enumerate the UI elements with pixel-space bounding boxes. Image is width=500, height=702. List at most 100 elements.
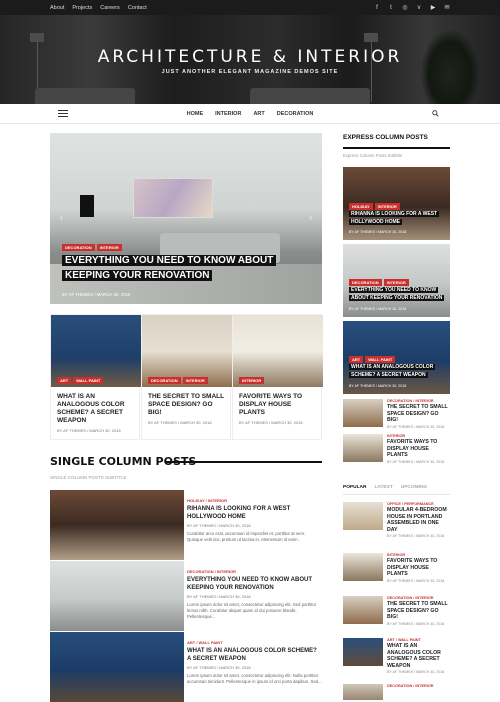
- list-title[interactable]: RIHANNA IS LOOKING FOR A WEST HOLLYWOOD …: [187, 505, 322, 521]
- tab-popular[interactable]: POPULAR: [343, 485, 366, 494]
- list-thumb[interactable]: [50, 561, 184, 631]
- top-link-careers[interactable]: Careers: [100, 5, 120, 11]
- small-title[interactable]: FAVORITE WAYS TO DISPLAY HOUSE PLANTS: [387, 558, 450, 578]
- tag-interior[interactable]: INTERIOR: [374, 203, 400, 210]
- list-category[interactable]: HOLIDAY / INTERIOR: [187, 498, 322, 503]
- small-category[interactable]: ART / WALL PAINT: [387, 638, 450, 642]
- express-small-item[interactable]: INTERIOR FAVORITE WAYS TO DISPLAY HOUSE …: [343, 434, 450, 466]
- top-link-projects[interactable]: Projects: [72, 5, 92, 11]
- small-category[interactable]: INTERIOR: [387, 553, 450, 557]
- express-feature[interactable]: HOLIDAY INTERIOR RIHANNA IS LOOKING FOR A…: [343, 167, 450, 240]
- express-feature[interactable]: DECORATION INTERIOR EVERYTHING YOU NEED T…: [343, 244, 450, 317]
- featured-post[interactable]: ‹ › DECORATION INTERIOR EVERYTHING YOU NE…: [50, 133, 322, 304]
- tab-list-item[interactable]: INTERIOR FAVORITE WAYS TO DISPLAY HOUSE …: [343, 553, 450, 585]
- tag-wall-paint[interactable]: WALL PAINT: [365, 356, 396, 363]
- site-title[interactable]: ARCHITECTURE & INTERIOR: [0, 47, 500, 67]
- list-item[interactable]: HOLIDAY / INTERIOR RIHANNA IS LOOKING FO…: [50, 490, 322, 560]
- small-title[interactable]: THE SECRET TO SMALL SPACE DESIGN? GO BIG…: [387, 404, 450, 424]
- small-thumb[interactable]: [343, 596, 383, 624]
- small-category[interactable]: OFFICE / PERFORMANCE: [387, 502, 450, 506]
- card-post[interactable]: ART WALL PAINT WHAT IS AN ANALOGOUS COLOR…: [50, 314, 141, 440]
- featured-meta: BY AF THEMES / MARCH 30, 2018: [62, 292, 131, 297]
- tag-decoration[interactable]: DECORATION: [148, 377, 181, 384]
- instagram-icon[interactable]: ◎: [402, 5, 408, 11]
- small-thumb[interactable]: [343, 502, 383, 530]
- tag-art[interactable]: ART: [349, 356, 364, 363]
- twitter-icon[interactable]: t: [388, 5, 394, 11]
- nav-items: HOME INTERIOR ART DECORATION: [187, 111, 314, 117]
- vk-icon[interactable]: v: [416, 5, 422, 11]
- small-category[interactable]: INTERIOR: [387, 434, 450, 438]
- list-thumb[interactable]: [50, 490, 184, 560]
- card-post[interactable]: DECORATION INTERIOR THE SECRET TO SMALL S…: [141, 314, 232, 440]
- list-title[interactable]: WHAT IS AN ANALOGOUS COLOR SCHEME? A SEC…: [187, 647, 322, 663]
- small-title[interactable]: WHAT IS AN ANALOGOUS COLOR SCHEME? A SEC…: [387, 643, 450, 669]
- tag-art[interactable]: ART: [57, 377, 72, 384]
- small-title[interactable]: FAVORITE WAYS TO DISPLAY HOUSE PLANTS: [387, 439, 450, 459]
- chevron-right-icon[interactable]: ›: [309, 213, 312, 222]
- list-category[interactable]: DECORATION / INTERIOR: [187, 569, 322, 574]
- small-thumb[interactable]: [343, 399, 383, 427]
- envelope-icon[interactable]: ✉: [444, 5, 450, 11]
- express-title-text[interactable]: WHAT IS AN ANALOGOUS COLOR SCHEME? A SEC…: [349, 364, 436, 378]
- tag-interior[interactable]: INTERIOR: [383, 279, 409, 286]
- small-thumb[interactable]: [343, 553, 383, 581]
- small-meta: BY AF THEMES / MARCH 30, 2018: [387, 670, 445, 674]
- list-title[interactable]: EVERYTHING YOU NEED TO KNOW ABOUT KEEPIN…: [187, 576, 322, 592]
- small-thumb[interactable]: [343, 684, 383, 700]
- list-meta: BY AF THEMES / MARCH 30, 2018: [187, 594, 251, 599]
- express-title[interactable]: WHAT IS AN ANALOGOUS COLOR SCHEME? A SEC…: [349, 364, 447, 379]
- featured-title-text[interactable]: EVERYTHING YOU NEED TO KNOW ABOUT KEEPIN…: [62, 255, 277, 281]
- tab-upcoming[interactable]: UPCOMING: [401, 485, 427, 494]
- tag-wall-paint[interactable]: WALL PAINT: [73, 377, 104, 384]
- express-title[interactable]: RIHANNA IS LOOKING FOR A WEST HOLLYWOOD …: [349, 211, 447, 226]
- facebook-icon[interactable]: f: [374, 5, 380, 11]
- card-post[interactable]: INTERIOR FAVORITE WAYS TO DISPLAY HOUSE …: [232, 314, 323, 440]
- featured-author: BY AF THEMES: [62, 292, 94, 297]
- card-image[interactable]: DECORATION INTERIOR: [142, 315, 232, 387]
- nav-item-interior[interactable]: INTERIOR: [215, 111, 241, 117]
- small-thumb[interactable]: [343, 638, 383, 666]
- card-title[interactable]: WHAT IS AN ANALOGOUS COLOR SCHEME? A SEC…: [51, 387, 139, 425]
- top-link-about[interactable]: About: [50, 5, 64, 11]
- tag-decoration[interactable]: DECORATION: [62, 244, 95, 251]
- tag-holiday[interactable]: HOLIDAY: [349, 203, 373, 210]
- tag-interior[interactable]: INTERIOR: [182, 377, 208, 384]
- card-image[interactable]: ART WALL PAINT: [51, 315, 141, 387]
- express-small-item[interactable]: DECORATION / INTERIOR THE SECRET TO SMAL…: [343, 399, 450, 431]
- nav-item-art[interactable]: ART: [253, 111, 264, 117]
- small-thumb[interactable]: [343, 434, 383, 462]
- chevron-left-icon[interactable]: ‹: [60, 213, 63, 222]
- small-category[interactable]: DECORATION / INTERIOR: [387, 596, 450, 600]
- youtube-icon[interactable]: ▶: [430, 5, 436, 11]
- small-category[interactable]: DECORATION / INTERIOR: [387, 399, 450, 403]
- hamburger-icon[interactable]: [58, 110, 68, 118]
- tab-list-item[interactable]: DECORATION / INTERIOR: [343, 684, 450, 700]
- nav-item-decoration[interactable]: DECORATION: [277, 111, 314, 117]
- small-title[interactable]: THE SECRET TO SMALL SPACE DESIGN? GO BIG…: [387, 601, 450, 621]
- top-link-contact[interactable]: Contact: [128, 5, 147, 11]
- card-image[interactable]: INTERIOR: [233, 315, 323, 387]
- list-category[interactable]: ART / WALL PAINT: [187, 640, 322, 645]
- nav-item-home[interactable]: HOME: [187, 111, 204, 117]
- tag-interior[interactable]: INTERIOR: [239, 377, 265, 384]
- card-title[interactable]: FAVORITE WAYS TO DISPLAY HOUSE PLANTS: [233, 387, 321, 417]
- express-feature[interactable]: ART WALL PAINT WHAT IS AN ANALOGOUS COLOR…: [343, 321, 450, 394]
- search-icon[interactable]: [432, 110, 439, 117]
- list-thumb[interactable]: [50, 632, 184, 702]
- tag-interior[interactable]: INTERIOR: [96, 244, 122, 251]
- featured-title[interactable]: EVERYTHING YOU NEED TO KNOW ABOUT KEEPIN…: [62, 253, 292, 283]
- small-title[interactable]: MODULAR 4-BEDROOM HOUSE IN PORTLAND ASSE…: [387, 507, 450, 533]
- express-title[interactable]: EVERYTHING YOU NEED TO KNOW ABOUT KEEPIN…: [349, 287, 447, 302]
- list-item[interactable]: DECORATION / INTERIOR EVERYTHING YOU NEE…: [50, 561, 322, 631]
- express-title-text[interactable]: RIHANNA IS LOOKING FOR A WEST HOLLYWOOD …: [349, 211, 440, 225]
- card-title[interactable]: THE SECRET TO SMALL SPACE DESIGN? GO BIG…: [142, 387, 230, 417]
- tab-list-item[interactable]: OFFICE / PERFORMANCE MODULAR 4-BEDROOM H…: [343, 502, 450, 538]
- tab-latest[interactable]: LATEST: [374, 485, 392, 494]
- tag-decoration[interactable]: DECORATION: [349, 279, 382, 286]
- tab-list-item[interactable]: ART / WALL PAINT WHAT IS AN ANALOGOUS CO…: [343, 638, 450, 674]
- tab-list-item[interactable]: DECORATION / INTERIOR THE SECRET TO SMAL…: [343, 596, 450, 628]
- small-category[interactable]: DECORATION / INTERIOR: [387, 684, 450, 688]
- express-title-text[interactable]: EVERYTHING YOU NEED TO KNOW ABOUT KEEPIN…: [349, 287, 445, 301]
- list-item[interactable]: ART / WALL PAINT WHAT IS AN ANALOGOUS CO…: [50, 632, 322, 702]
